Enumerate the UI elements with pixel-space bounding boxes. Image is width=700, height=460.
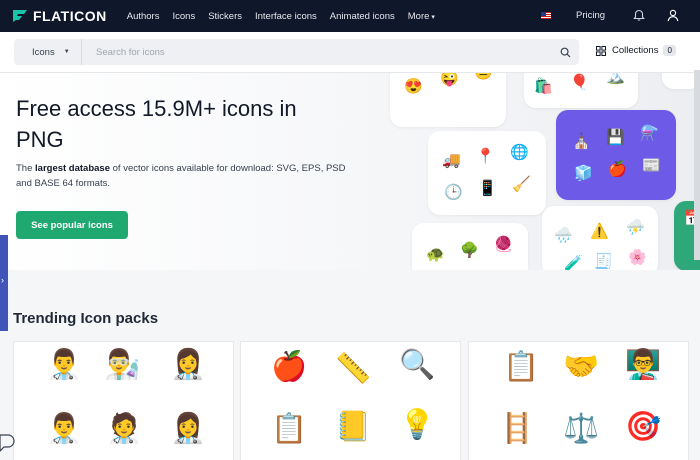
chat-bubble-icon[interactable] [0,432,16,452]
logo-text: FLATICON [33,8,107,24]
top-navbar: FLATICON Authors Icons Stickers Interfac… [0,0,700,32]
pack-icon: 👨‍⚕️ [46,349,83,381]
weather-icon: 🌸 [628,249,647,266]
nav-icons[interactable]: Icons [172,11,195,22]
pack-icon: 🎯 [625,411,662,443]
weather-icon: 🌧️ [554,227,573,244]
weather-icon: 🧾 [594,253,613,270]
science-icon: ⛪ [572,133,591,150]
nature-icon: 🌳 [460,242,479,259]
logistics-icon: 🌐 [510,144,529,161]
hero-description: The largest database of vector icons ava… [16,162,346,191]
flaticon-logo[interactable]: FLATICON [12,8,107,24]
pack-icon: 📏 [335,353,372,385]
user-icon[interactable] [667,9,679,22]
pack-icon: 👩‍⚕️ [170,413,207,445]
pack-icon: 🤝 [563,351,600,383]
main-nav: Authors Icons Stickers Interface icons A… [127,11,448,22]
weather-icon: 🧪 [564,255,583,271]
logistics-icon: 📍 [476,148,495,165]
nav-more[interactable]: More [408,11,435,22]
logistics-icon: 🚚 [442,152,461,169]
emoji-icon: 😐 [474,73,493,81]
hero-desc-prefix: The [16,163,33,174]
pack-icon: 💡 [399,409,436,441]
collections-grid-icon [596,45,606,56]
search-icon[interactable] [560,47,571,58]
nature-icon: 🧶 [494,236,513,253]
search-box: Icons ▼ [14,39,579,65]
pack-icon: 🍎 [271,351,308,383]
flaticon-logo-icon [13,10,27,22]
weather-icon: ⚠️ [590,223,609,240]
search-category-select[interactable]: Icons ▼ [14,39,82,65]
science-icon: ⚗️ [640,125,659,142]
pack-icon: 🔍 [399,349,436,381]
chevron-down-icon: ▼ [63,49,70,55]
travel-icon: 🏔️ [606,73,625,85]
language-flag-icon[interactable] [541,12,551,19]
emoji-icon: 😜 [440,73,459,87]
hero-title: Free access 15.9M+ icons in PNG [16,96,297,152]
bell-icon[interactable] [633,9,645,22]
logistics-icon: 🕒 [444,184,463,201]
icon-pack-card[interactable]: 📋 🤝 👨‍🏫 🪜 ⚖️ 🎯 [468,341,689,460]
collections-button[interactable]: Collections 0 [596,45,676,56]
travel-icons-card: 🛍️ 🎈 🏔️ [524,73,638,108]
search-category-value: Icons [32,46,55,58]
logistics-icon: 🧹 [512,176,531,193]
nav-stickers[interactable]: Stickers [208,11,242,22]
science-icon: 💾 [606,129,625,146]
emoji-card: 😍 😜 😐 😮 [390,73,506,127]
emoji-icon: 😍 [404,78,423,95]
pack-icon: 👨‍🔬 [104,349,141,381]
science-icon: 🍎 [608,161,627,178]
travel-icon: 🎈 [570,74,589,91]
weather-icons-card: 🌧️ ⚠️ ⛈️ 🧪 🧾 🌸 [542,206,658,270]
pack-icon: 🪜 [499,413,536,445]
hero-section: Free access 15.9M+ icons in PNG The larg… [0,73,700,270]
search-input[interactable] [82,39,560,65]
pack-icon: 👨‍🏫 [625,349,662,381]
collections-label: Collections [612,45,659,56]
science-icon: 🧊 [574,165,593,182]
pack-icon: 👩‍⚕️ [170,349,207,381]
pack-icon: ⚖️ [563,413,600,445]
pack-icon: 👨‍⚕️ [46,413,83,445]
pack-icon: 📋 [503,351,540,383]
see-popular-icons-button[interactable]: See popular icons [16,211,128,239]
trending-title: Trending Icon packs [13,310,159,327]
nature-icons-card: 🐢 🌳 🧶 [412,223,528,270]
logistics-icon: 📱 [478,180,497,197]
pack-icon: 🧑‍⚕️ [106,413,143,445]
nav-pricing[interactable]: Pricing [576,10,605,21]
science-icon: 📰 [642,157,661,174]
science-icons-card: ⛪ 💾 ⚗️ 🧊 🍎 📰 [556,110,676,200]
side-panel-toggle[interactable] [0,235,8,331]
hero-desc-bold: largest database [35,163,110,174]
travel-icon: 🛍️ [534,78,553,95]
weather-icon: ⛈️ [626,219,645,236]
nav-interface-icons[interactable]: Interface icons [255,11,317,22]
nature-icon: 🐢 [426,246,445,263]
pack-icon: 📋 [271,413,308,445]
logistics-icons-card: 🚚 📍 🌐 🕒 📱 🧹 [428,131,546,215]
nav-animated-icons[interactable]: Animated icons [330,11,395,22]
pack-icon: 📒 [335,411,372,443]
icon-pack-card[interactable]: 👨‍⚕️ 👨‍🔬 👩‍⚕️ 👨‍⚕️ 🧑‍⚕️ 👩‍⚕️ [13,341,234,460]
nav-authors[interactable]: Authors [127,11,160,22]
collections-count-badge: 0 [663,45,676,56]
search-bar-row: Icons ▼ Collections 0 [0,32,700,73]
icon-pack-card[interactable]: 🍎 📏 🔍 📋 📒 💡 [240,341,461,460]
right-edge-tab[interactable] [694,70,700,260]
